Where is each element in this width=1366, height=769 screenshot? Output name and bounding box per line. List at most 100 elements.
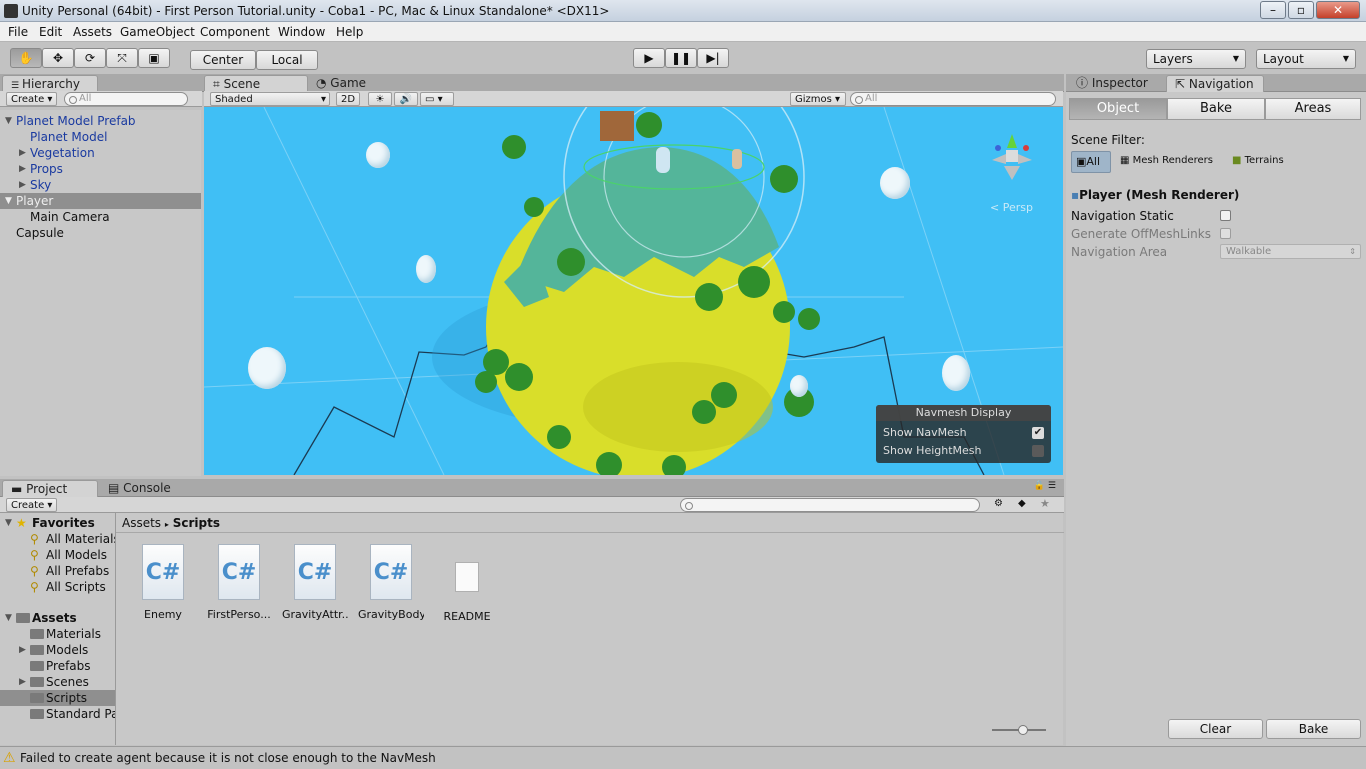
favorite-item-all-models[interactable]: ⚲ All Models	[0, 547, 115, 563]
tab-inspector[interactable]: ⓘ Inspector	[1068, 75, 1164, 92]
menu-assets[interactable]: Assets	[73, 24, 112, 40]
filter-mesh-renderers-button[interactable]: ▦ Mesh Renderers	[1120, 155, 1213, 166]
favorites-header[interactable]: ▼ ★ Favorites	[0, 515, 115, 531]
tab-game[interactable]: ◔ Game	[308, 75, 388, 92]
folder-item-materials[interactable]: Materials	[0, 626, 115, 642]
show-navmesh-checkbox[interactable]: ✔	[1032, 427, 1044, 439]
play-icon[interactable]: ▶	[633, 48, 665, 68]
menu-file[interactable]: File	[8, 24, 28, 40]
hierarchy-item-planet-model-prefab[interactable]: ▼ Planet Model Prefab	[0, 113, 201, 129]
folder-item-scripts[interactable]: Scripts	[0, 690, 115, 706]
minimize-button[interactable]: –	[1260, 1, 1286, 19]
tab-project[interactable]: ▬ Project	[2, 480, 98, 497]
asset-enemy[interactable]: C# Enemy	[130, 544, 196, 621]
expand-triangle-icon[interactable]: ▼	[5, 610, 12, 626]
breadcrumb-current[interactable]: Scripts	[173, 516, 220, 530]
mode-2d-button[interactable]: 2D	[336, 92, 361, 106]
favorite-item-all-scripts[interactable]: ⚲ All Scripts	[0, 579, 115, 595]
layers-dropdown[interactable]: Layers ▼	[1146, 49, 1246, 69]
hierarchy-search-input[interactable]: All	[64, 92, 188, 106]
filter-terrains-button[interactable]: ■ Terrains	[1232, 155, 1284, 166]
chevron-down-icon: ▼	[1232, 54, 1239, 63]
asset-firstperson[interactable]: C# FirstPerso...	[206, 544, 272, 621]
step-icon[interactable]: ▶|	[697, 48, 729, 68]
close-button[interactable]: ✕	[1316, 1, 1360, 19]
tab-hierarchy[interactable]: ☰ Hierarchy	[2, 75, 98, 92]
menu-component[interactable]: Component	[200, 24, 270, 40]
expand-triangle-icon[interactable]: ▶	[19, 177, 26, 193]
assets-header[interactable]: ▼ Assets	[0, 610, 115, 626]
filter-all-button[interactable]: ▣All	[1071, 151, 1111, 173]
folder-label: Scripts	[46, 691, 88, 705]
maximize-button[interactable]: ▫	[1288, 1, 1314, 19]
expand-triangle-icon[interactable]: ▶	[19, 145, 26, 161]
navigation-static-checkbox[interactable]	[1220, 210, 1231, 221]
tab-scene[interactable]: ⌗ Scene	[204, 75, 308, 92]
favorite-item-all-prefabs[interactable]: ⚲ All Prefabs	[0, 563, 115, 579]
clear-button[interactable]: Clear	[1168, 719, 1263, 739]
hierarchy-item-main-camera[interactable]: Main Camera	[0, 209, 201, 225]
menu-window[interactable]: Window	[278, 24, 325, 40]
folder-item-scenes[interactable]: ▶ Scenes	[0, 674, 115, 690]
breadcrumb-root[interactable]: Assets	[122, 516, 161, 530]
hierarchy-create-button[interactable]: Create ▾	[6, 92, 58, 106]
expand-triangle-icon[interactable]: ▶	[19, 674, 26, 690]
tab-navigation[interactable]: ⇱ Navigation	[1166, 75, 1264, 92]
rotate-tool-icon[interactable]: ⟳	[74, 48, 106, 68]
zoom-slider-thumb[interactable]	[1018, 725, 1028, 735]
folder-item-models[interactable]: ▶ Models	[0, 642, 115, 658]
status-bar[interactable]: ⚠ Failed to create agent because it is n…	[0, 746, 1366, 768]
scene-effects-icon[interactable]: ▭ ▾	[420, 92, 454, 106]
segment-areas[interactable]: Areas	[1265, 98, 1361, 120]
scale-tool-icon[interactable]: ⤧	[106, 48, 138, 68]
expand-triangle-icon[interactable]: ▼	[5, 113, 12, 129]
hierarchy-item-player[interactable]: ▼ Player	[0, 193, 201, 209]
show-heightmesh-checkbox[interactable]	[1032, 445, 1044, 457]
hierarchy-item-vegetation[interactable]: ▶ Vegetation	[0, 145, 201, 161]
asset-readme[interactable]: README	[434, 544, 500, 623]
segment-object[interactable]: Object	[1069, 98, 1167, 120]
hierarchy-item-capsule[interactable]: Capsule	[0, 225, 201, 241]
favorite-star-icon[interactable]: ★	[1040, 497, 1050, 510]
perspective-label[interactable]: < Persp	[990, 201, 1033, 214]
filter-by-type-icon[interactable]: ⚙	[994, 498, 1003, 509]
menu-help[interactable]: Help	[336, 24, 363, 40]
shading-dropdown[interactable]: Shaded ▾	[210, 92, 330, 106]
shading-label: Shaded	[215, 94, 253, 105]
pivot-center-button[interactable]: Center	[190, 50, 256, 70]
layout-dropdown[interactable]: Layout ▼	[1256, 49, 1356, 69]
asset-gravitybody[interactable]: C# GravityBody	[358, 544, 424, 621]
scene-search-input[interactable]: All	[850, 92, 1056, 106]
hand-tool-icon[interactable]: ✋	[10, 48, 42, 68]
expand-triangle-icon[interactable]: ▼	[5, 515, 12, 531]
tab-console[interactable]: ▤ Console	[100, 480, 190, 497]
move-tool-icon[interactable]: ✥	[42, 48, 74, 68]
lock-icon[interactable]: 🔒 ☰	[1034, 481, 1056, 491]
zoom-slider[interactable]	[992, 725, 1046, 735]
rect-tool-icon[interactable]: ▣	[138, 48, 170, 68]
scene-audio-icon[interactable]: 🔊	[394, 92, 418, 106]
segment-bake[interactable]: Bake	[1167, 98, 1265, 120]
menu-gameobject[interactable]: GameObject	[120, 24, 195, 40]
folder-item-standard-assets[interactable]: Standard Pa	[0, 706, 115, 722]
hierarchy-item-sky[interactable]: ▶ Sky	[0, 177, 201, 193]
asset-gravityattractor[interactable]: C# GravityAttr...	[282, 544, 348, 621]
folder-item-prefabs[interactable]: Prefabs	[0, 658, 115, 674]
project-search-input[interactable]	[680, 498, 980, 512]
hierarchy-item-planet-model[interactable]: Planet Model	[0, 129, 201, 145]
menu-edit[interactable]: Edit	[39, 24, 62, 40]
bake-button[interactable]: Bake	[1266, 719, 1361, 739]
scene-lighting-icon[interactable]: ☀	[368, 92, 392, 106]
favorite-item-all-materials[interactable]: ⚲ All Materials	[0, 531, 115, 547]
expand-triangle-icon[interactable]: ▼	[5, 193, 12, 209]
hierarchy-item-props[interactable]: ▶ Props	[0, 161, 201, 177]
project-create-button[interactable]: Create ▾	[6, 498, 58, 512]
csharp-file-icon: C#	[142, 544, 184, 600]
project-folder-tree: ▼ ★ Favorites ⚲ All Materials ⚲ All Models ⚲…	[0, 513, 115, 745]
expand-triangle-icon[interactable]: ▶	[19, 161, 26, 177]
expand-triangle-icon[interactable]: ▶	[19, 642, 26, 658]
pivot-local-button[interactable]: Local	[256, 50, 318, 70]
pause-icon[interactable]: ❚❚	[665, 48, 697, 68]
filter-by-label-icon[interactable]: ◆	[1018, 498, 1026, 509]
gizmos-dropdown[interactable]: Gizmos ▾	[790, 92, 846, 106]
